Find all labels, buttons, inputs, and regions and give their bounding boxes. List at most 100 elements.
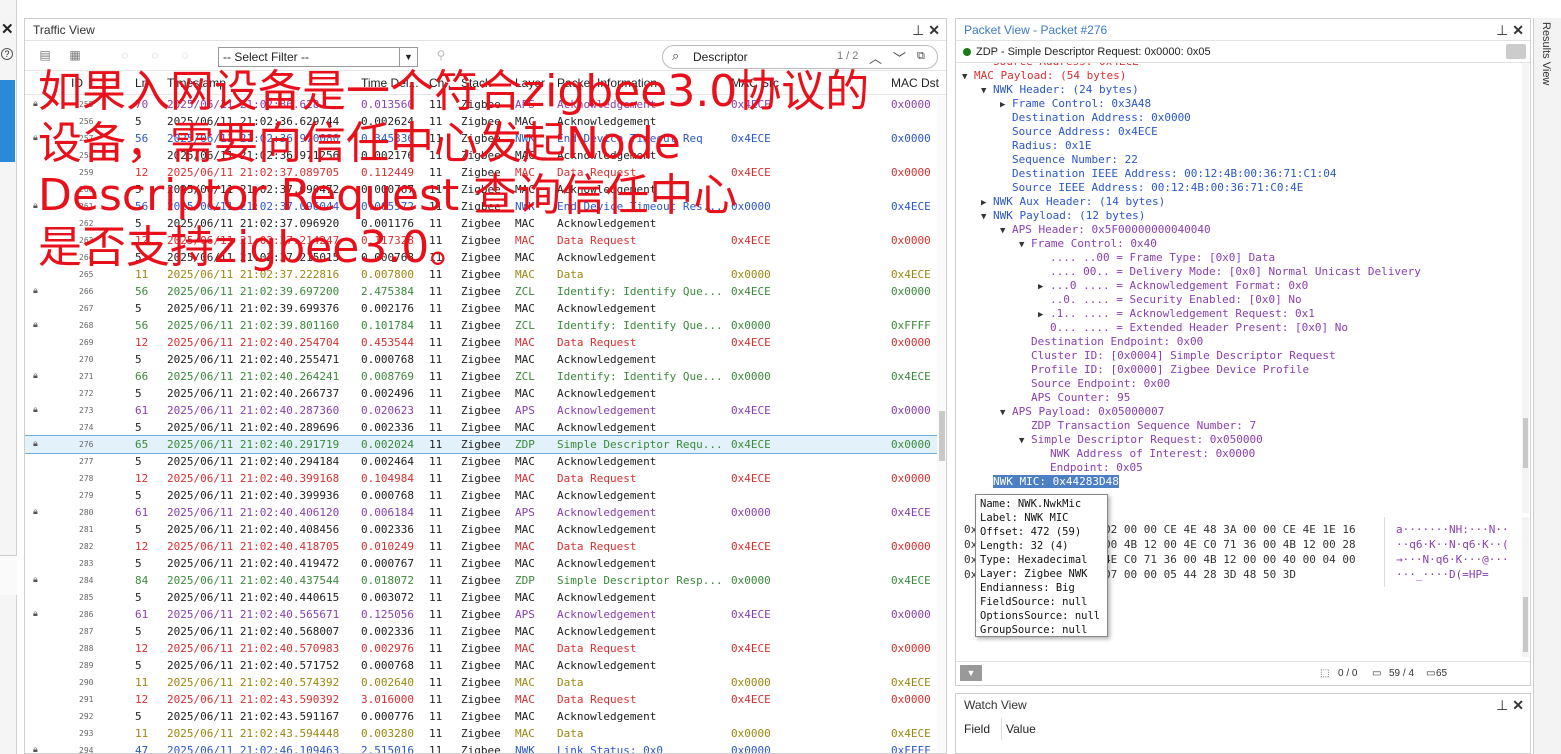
column-header[interactable]: MAC Src — [731, 76, 779, 90]
column-header[interactable]: Time Del... — [361, 76, 419, 90]
ascii-line[interactable]: a·······NH:···N·· — [1396, 523, 1509, 536]
close-icon[interactable]: ✕ — [1, 20, 14, 38]
table-row[interactable]: 291 12 2025/06/11 21:02:43.590392 3.016000 1… — [25, 691, 946, 708]
filter-select[interactable]: -- Select Filter -- ▼ — [218, 47, 418, 67]
table-row[interactable]: 292 5 2025/06/11 21:02:43.591167 0.000776 11… — [25, 708, 946, 725]
tree-node[interactable]: Profile ID: [0x0000] Zigbee Device Profi… — [1019, 363, 1309, 377]
tree-node[interactable]: ▼ APS Payload: 0x05000007 — [1000, 405, 1164, 419]
table-row[interactable]: 269 12 2025/06/11 21:02:40.254704 0.453544 1… — [25, 334, 946, 351]
table-row[interactable]: 282 12 2025/06/11 21:02:40.418705 0.010249 1… — [25, 538, 946, 555]
expand-icon[interactable]: ▶ — [1038, 280, 1050, 294]
table-row[interactable]: 🔒︎ 257 56 2025/06/11 21:02:36.970080 0.34533… — [25, 130, 946, 147]
table-row[interactable]: 258 5 2025/06/11 21:02:36.971256 0.002176 11… — [25, 147, 946, 164]
tree-node[interactable]: Cluster ID: [0x0004] Simple Descriptor R… — [1019, 349, 1336, 363]
table-row[interactable]: 289 5 2025/06/11 21:02:40.571752 0.000768 11… — [25, 657, 946, 674]
table-row[interactable]: 🔒︎ 284 84 2025/06/11 21:02:40.437544 0.01807… — [25, 572, 946, 589]
table-row[interactable]: 272 5 2025/06/11 21:02:40.266737 0.002496 11… — [25, 385, 946, 402]
table-row[interactable]: 287 5 2025/06/11 21:02:40.568007 0.002336 11… — [25, 623, 946, 640]
pin-icon[interactable]: ⊥ — [1496, 697, 1508, 713]
table-row[interactable]: 🔒︎ 294 47 2025/06/11 21:02:46.109463 2.51501… — [25, 742, 946, 753]
scroll-thumb[interactable] — [939, 411, 945, 461]
tree-node[interactable]: APS Counter: 95 — [1019, 391, 1130, 405]
tree-scrollbar[interactable] — [1522, 63, 1529, 513]
traffic-scrollbar[interactable] — [937, 96, 946, 753]
tree-node[interactable]: ▼ NWK Header: (24 bytes) — [981, 83, 1139, 97]
table-row[interactable]: 260 5 2025/06/11 21:02:37.090472 0.000767 11… — [25, 181, 946, 198]
tree-node[interactable]: .... ..00 = Frame Type: [0x0] Data — [1038, 251, 1275, 265]
table-row[interactable]: 263 12 2025/06/11 21:02:37.214247 0.117328 1… — [25, 232, 946, 249]
tree-node[interactable]: ▶ Frame Control: 0x3A48 — [1000, 97, 1151, 111]
search-input[interactable]: Descriptor — [693, 50, 748, 64]
table-row[interactable]: 281 5 2025/06/11 21:02:40.408456 0.002336 11… — [25, 521, 946, 538]
tree-node[interactable]: ▼ APS Header: 0x5F00000000040040 — [1000, 223, 1211, 237]
column-header[interactable]: ID — [71, 76, 83, 90]
hex-line[interactable]: 02 00 00 CE 4E 48 3A 00 00 CE 4E 1E 16 — [1104, 523, 1356, 536]
tree-node[interactable]: ..0. .... = Security Enabled: [0x0] No — [1038, 293, 1302, 307]
collapse-icon[interactable]: ▼ — [981, 84, 993, 98]
tree-node[interactable]: Source Address: 0x4ECE — [1000, 125, 1158, 139]
tree-node[interactable]: ▶ ...0 .... = Acknowledgement Format: 0x0 — [1038, 279, 1308, 293]
hex-scrollbar[interactable] — [1522, 517, 1529, 657]
pin-icon[interactable]: ⊥ — [912, 22, 924, 38]
table-row[interactable]: 🔒︎ 268 56 2025/06/11 21:02:39.801160 0.10178… — [25, 317, 946, 334]
ascii-line[interactable]: ··q6·K··N·q6·K··( — [1396, 538, 1509, 551]
expand-icon[interactable]: ▶ — [1000, 98, 1012, 112]
collapse-icon[interactable]: ▼ — [981, 210, 993, 224]
search-box[interactable]: ⌕ Descriptor 1 / 2 ︿ ﹀ ⧉ — [662, 45, 938, 69]
watch-col-field[interactable]: Field — [964, 718, 990, 740]
column-header[interactable]: Packet Information — [557, 76, 657, 90]
table-row[interactable]: 285 5 2025/06/11 21:02:40.440615 0.003072 11… — [25, 589, 946, 606]
ascii-line[interactable]: ···_····D(=HP= — [1396, 568, 1489, 581]
hex-scroll-thumb[interactable] — [1523, 597, 1528, 652]
collapse-icon[interactable]: ▼ — [1000, 406, 1012, 420]
tree-node[interactable]: Destination Endpoint: 0x00 — [1019, 335, 1203, 349]
collapse-icon[interactable]: ▼ — [1000, 224, 1012, 238]
view-list-icon[interactable]: ▤ — [37, 48, 53, 62]
chevron-down-icon[interactable]: ▼ — [399, 48, 417, 66]
column-header[interactable]: Timestamp — [167, 76, 226, 90]
tree-node[interactable]: ZDP Transaction Sequence Number: 7 — [1019, 419, 1256, 433]
close-icon[interactable]: ✕ — [1512, 697, 1524, 713]
tree-node[interactable]: .... 00.. = Delivery Mode: [0x0] Normal … — [1038, 265, 1421, 279]
tree-scroll-thumb[interactable] — [1523, 418, 1528, 468]
table-row[interactable]: 267 5 2025/06/11 21:02:39.699376 0.002176 11… — [25, 300, 946, 317]
tree-node[interactable]: ▼ Frame Control: 0x40 — [1019, 237, 1157, 251]
ascii-line[interactable]: →···N·q6·K···@··· — [1396, 553, 1509, 566]
table-row[interactable]: 259 12 2025/06/11 21:02:37.089705 0.112449 1… — [25, 164, 946, 181]
column-header[interactable]: MAC Dst — [891, 76, 939, 90]
tree-node[interactable]: Source IEEE Address: 00:12:4B:00:36:71:C… — [1000, 181, 1303, 195]
table-row[interactable]: 288 12 2025/06/11 21:02:40.570983 0.002976 1… — [25, 640, 946, 657]
tree-node[interactable]: Radius: 0x1E — [1000, 139, 1091, 153]
watch-col-value[interactable]: Value — [1001, 718, 1036, 740]
table-row[interactable]: 283 5 2025/06/11 21:02:40.419472 0.000767 11… — [25, 555, 946, 572]
hex-line[interactable]: 4E C0 71 36 00 4B 12 00 00 40 00 04 00 — [1104, 553, 1356, 566]
tree-node[interactable]: 0... .... = Extended Header Present: [0x… — [1038, 321, 1348, 335]
table-row[interactable]: 🔒︎ 273 61 2025/06/11 21:02:40.287360 0.02062… — [25, 402, 946, 419]
help-icon[interactable]: ? — [1, 48, 13, 60]
column-header[interactable]: Ch.. — [429, 76, 451, 90]
table-row[interactable]: 278 12 2025/06/11 21:02:40.399168 0.104984 1… — [25, 470, 946, 487]
table-row[interactable]: 🔒︎ 280 61 2025/06/11 21:02:40.406120 0.00618… — [25, 504, 946, 521]
table-row[interactable]: 265 11 2025/06/11 21:02:37.222816 0.007800 1… — [25, 266, 946, 283]
table-row[interactable]: 293 11 2025/06/11 21:02:43.594448 0.003280 1… — [25, 725, 946, 742]
table-row[interactable]: 279 5 2025/06/11 21:02:40.399936 0.000768 11… — [25, 487, 946, 504]
table-row[interactable]: 🔒︎ 266 56 2025/06/11 21:02:39.697200 2.47538… — [25, 283, 946, 300]
tree-node[interactable]: ▼ MAC Payload: (54 bytes) — [962, 69, 1126, 83]
collapse-icon[interactable]: ▼ — [1019, 434, 1031, 448]
tree-node[interactable]: Source Endpoint: 0x00 — [1019, 377, 1170, 391]
lock-button[interactable] — [1506, 44, 1526, 59]
column-header[interactable]: Ln — [135, 76, 148, 90]
table-row[interactable]: 264 5 2025/06/11 21:02:37.215015 0.000768 11… — [25, 249, 946, 266]
expand-icon[interactable]: ▶ — [1038, 308, 1050, 322]
table-row[interactable]: 277 5 2025/06/11 21:02:40.294184 0.002464 11… — [25, 453, 946, 470]
table-row[interactable]: 262 5 2025/06/11 21:02:37.096920 0.001176 11… — [25, 215, 946, 232]
tree-node[interactable]: NWK MIC: 0x44283D48 — [981, 475, 1119, 489]
back-icon[interactable]: ◌ — [147, 48, 163, 62]
table-row[interactable]: 🔒︎ 261 56 2025/06/11 21:02:37.096044 0.00557… — [25, 198, 946, 215]
table-row[interactable]: 🔒︎ 286 61 2025/06/11 21:02:40.565671 0.12505… — [25, 606, 946, 623]
collapse-icon[interactable]: ▼ — [1019, 238, 1031, 252]
column-header[interactable]: Stack — [461, 76, 491, 90]
view-detail-icon[interactable]: ▦ — [67, 48, 83, 62]
table-row[interactable]: 🔒︎ 271 66 2025/06/11 21:02:40.264241 0.00876… — [25, 368, 946, 385]
close-icon[interactable]: ✕ — [1512, 22, 1524, 38]
